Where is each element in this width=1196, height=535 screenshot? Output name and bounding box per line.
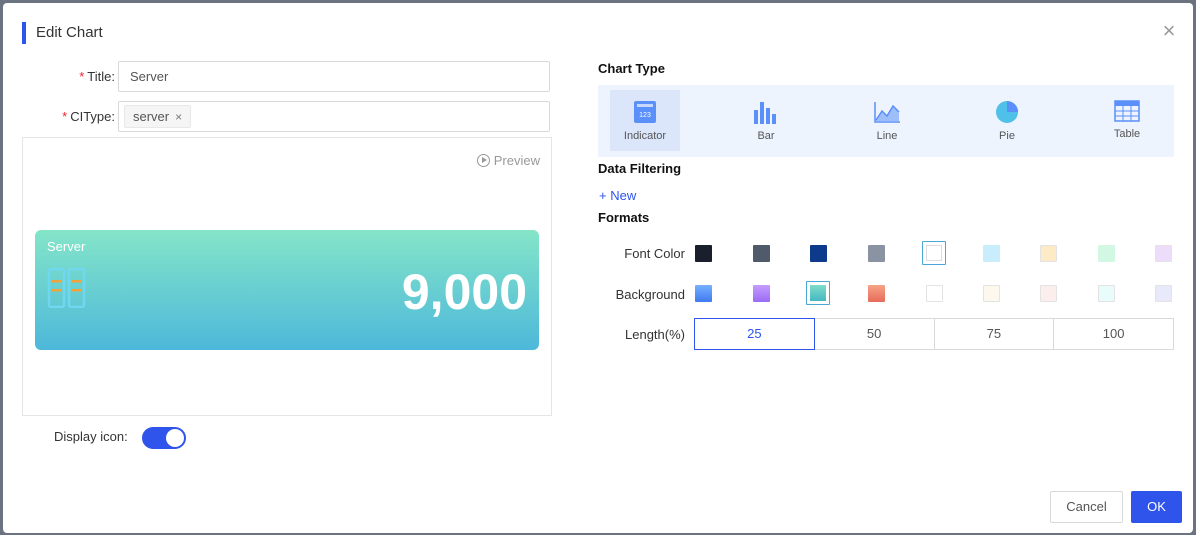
citype-select[interactable]: server ×	[118, 101, 550, 132]
citype-label: * CIType:	[62, 109, 115, 124]
table-icon	[1114, 100, 1140, 122]
server-icon	[47, 268, 86, 308]
ok-button[interactable]: OK	[1131, 491, 1182, 523]
background-label: Background	[615, 287, 685, 302]
title-label: * Title:	[79, 69, 115, 84]
svg-text:123: 123	[639, 112, 651, 119]
font-color-swatch[interactable]	[868, 245, 885, 262]
display-icon-toggle[interactable]	[142, 427, 186, 449]
chart-preview-panel: Preview Server 9,000	[22, 137, 552, 416]
preview-button[interactable]: Preview	[476, 153, 540, 168]
font-color-swatch[interactable]	[983, 245, 1000, 262]
background-swatch[interactable]	[806, 281, 830, 305]
chart-type-selector: 123 Indicator Bar Line Pie Table	[598, 85, 1174, 157]
new-filter-link[interactable]: + New	[599, 188, 636, 203]
edit-chart-dialog: Edit Chart × * Title: Server * CIType: ser…	[3, 3, 1193, 533]
formats-heading: Formats	[598, 210, 650, 225]
data-filtering-heading: Data Filtering	[598, 161, 682, 176]
cancel-button[interactable]: Cancel	[1050, 491, 1123, 523]
pie-chart-icon	[996, 101, 1018, 123]
chart-type-pie[interactable]: Pie	[972, 90, 1042, 151]
card-value: 9,000	[401, 264, 527, 320]
font-color-swatch[interactable]	[922, 241, 946, 265]
chart-type-bar[interactable]: Bar	[731, 90, 801, 151]
background-swatch[interactable]	[868, 285, 885, 302]
font-color-swatch[interactable]	[810, 245, 827, 262]
length-label: Length(%)	[625, 327, 685, 342]
required-mark: *	[62, 109, 68, 124]
font-color-swatch[interactable]	[1040, 245, 1057, 262]
card-title: Server	[47, 239, 86, 254]
line-chart-icon	[874, 102, 900, 123]
length-selector: 25 50 75 100	[694, 318, 1174, 350]
background-swatch[interactable]	[695, 285, 712, 302]
close-icon[interactable]: ×	[1159, 20, 1179, 42]
citype-tag: server ×	[124, 105, 192, 128]
background-swatch[interactable]	[983, 285, 1000, 302]
display-icon-label: Display icon:	[54, 429, 128, 444]
remove-tag-icon[interactable]: ×	[175, 110, 182, 124]
indicator-icon: 123	[634, 101, 656, 123]
length-option-50[interactable]: 50	[814, 318, 935, 350]
title-input[interactable]: Server	[118, 61, 550, 92]
play-circle-icon	[476, 154, 490, 167]
length-option-100[interactable]: 100	[1054, 318, 1174, 350]
title-accent-bar	[22, 22, 26, 44]
toggle-knob	[166, 429, 184, 447]
bar-chart-icon	[754, 102, 776, 124]
background-swatch[interactable]	[753, 285, 770, 302]
dialog-title: Edit Chart	[36, 24, 103, 41]
chart-type-heading: Chart Type	[598, 61, 665, 76]
background-swatch[interactable]	[1155, 285, 1172, 302]
chart-type-line[interactable]: Line	[852, 90, 922, 151]
length-option-25[interactable]: 25	[694, 318, 815, 350]
font-color-swatch[interactable]	[1155, 245, 1172, 262]
background-swatch[interactable]	[1040, 285, 1057, 302]
length-option-75[interactable]: 75	[934, 318, 1055, 350]
required-mark: *	[79, 69, 85, 84]
indicator-card: Server 9,000	[35, 230, 539, 350]
font-color-swatch[interactable]	[753, 245, 770, 262]
font-color-label: Font Color	[624, 246, 685, 261]
background-swatch[interactable]	[926, 285, 943, 302]
font-color-swatch[interactable]	[1098, 245, 1115, 262]
chart-type-indicator[interactable]: 123 Indicator	[610, 90, 680, 151]
font-color-swatch[interactable]	[695, 245, 712, 262]
chart-type-table[interactable]: Table	[1092, 90, 1162, 151]
background-swatch[interactable]	[1098, 285, 1115, 302]
